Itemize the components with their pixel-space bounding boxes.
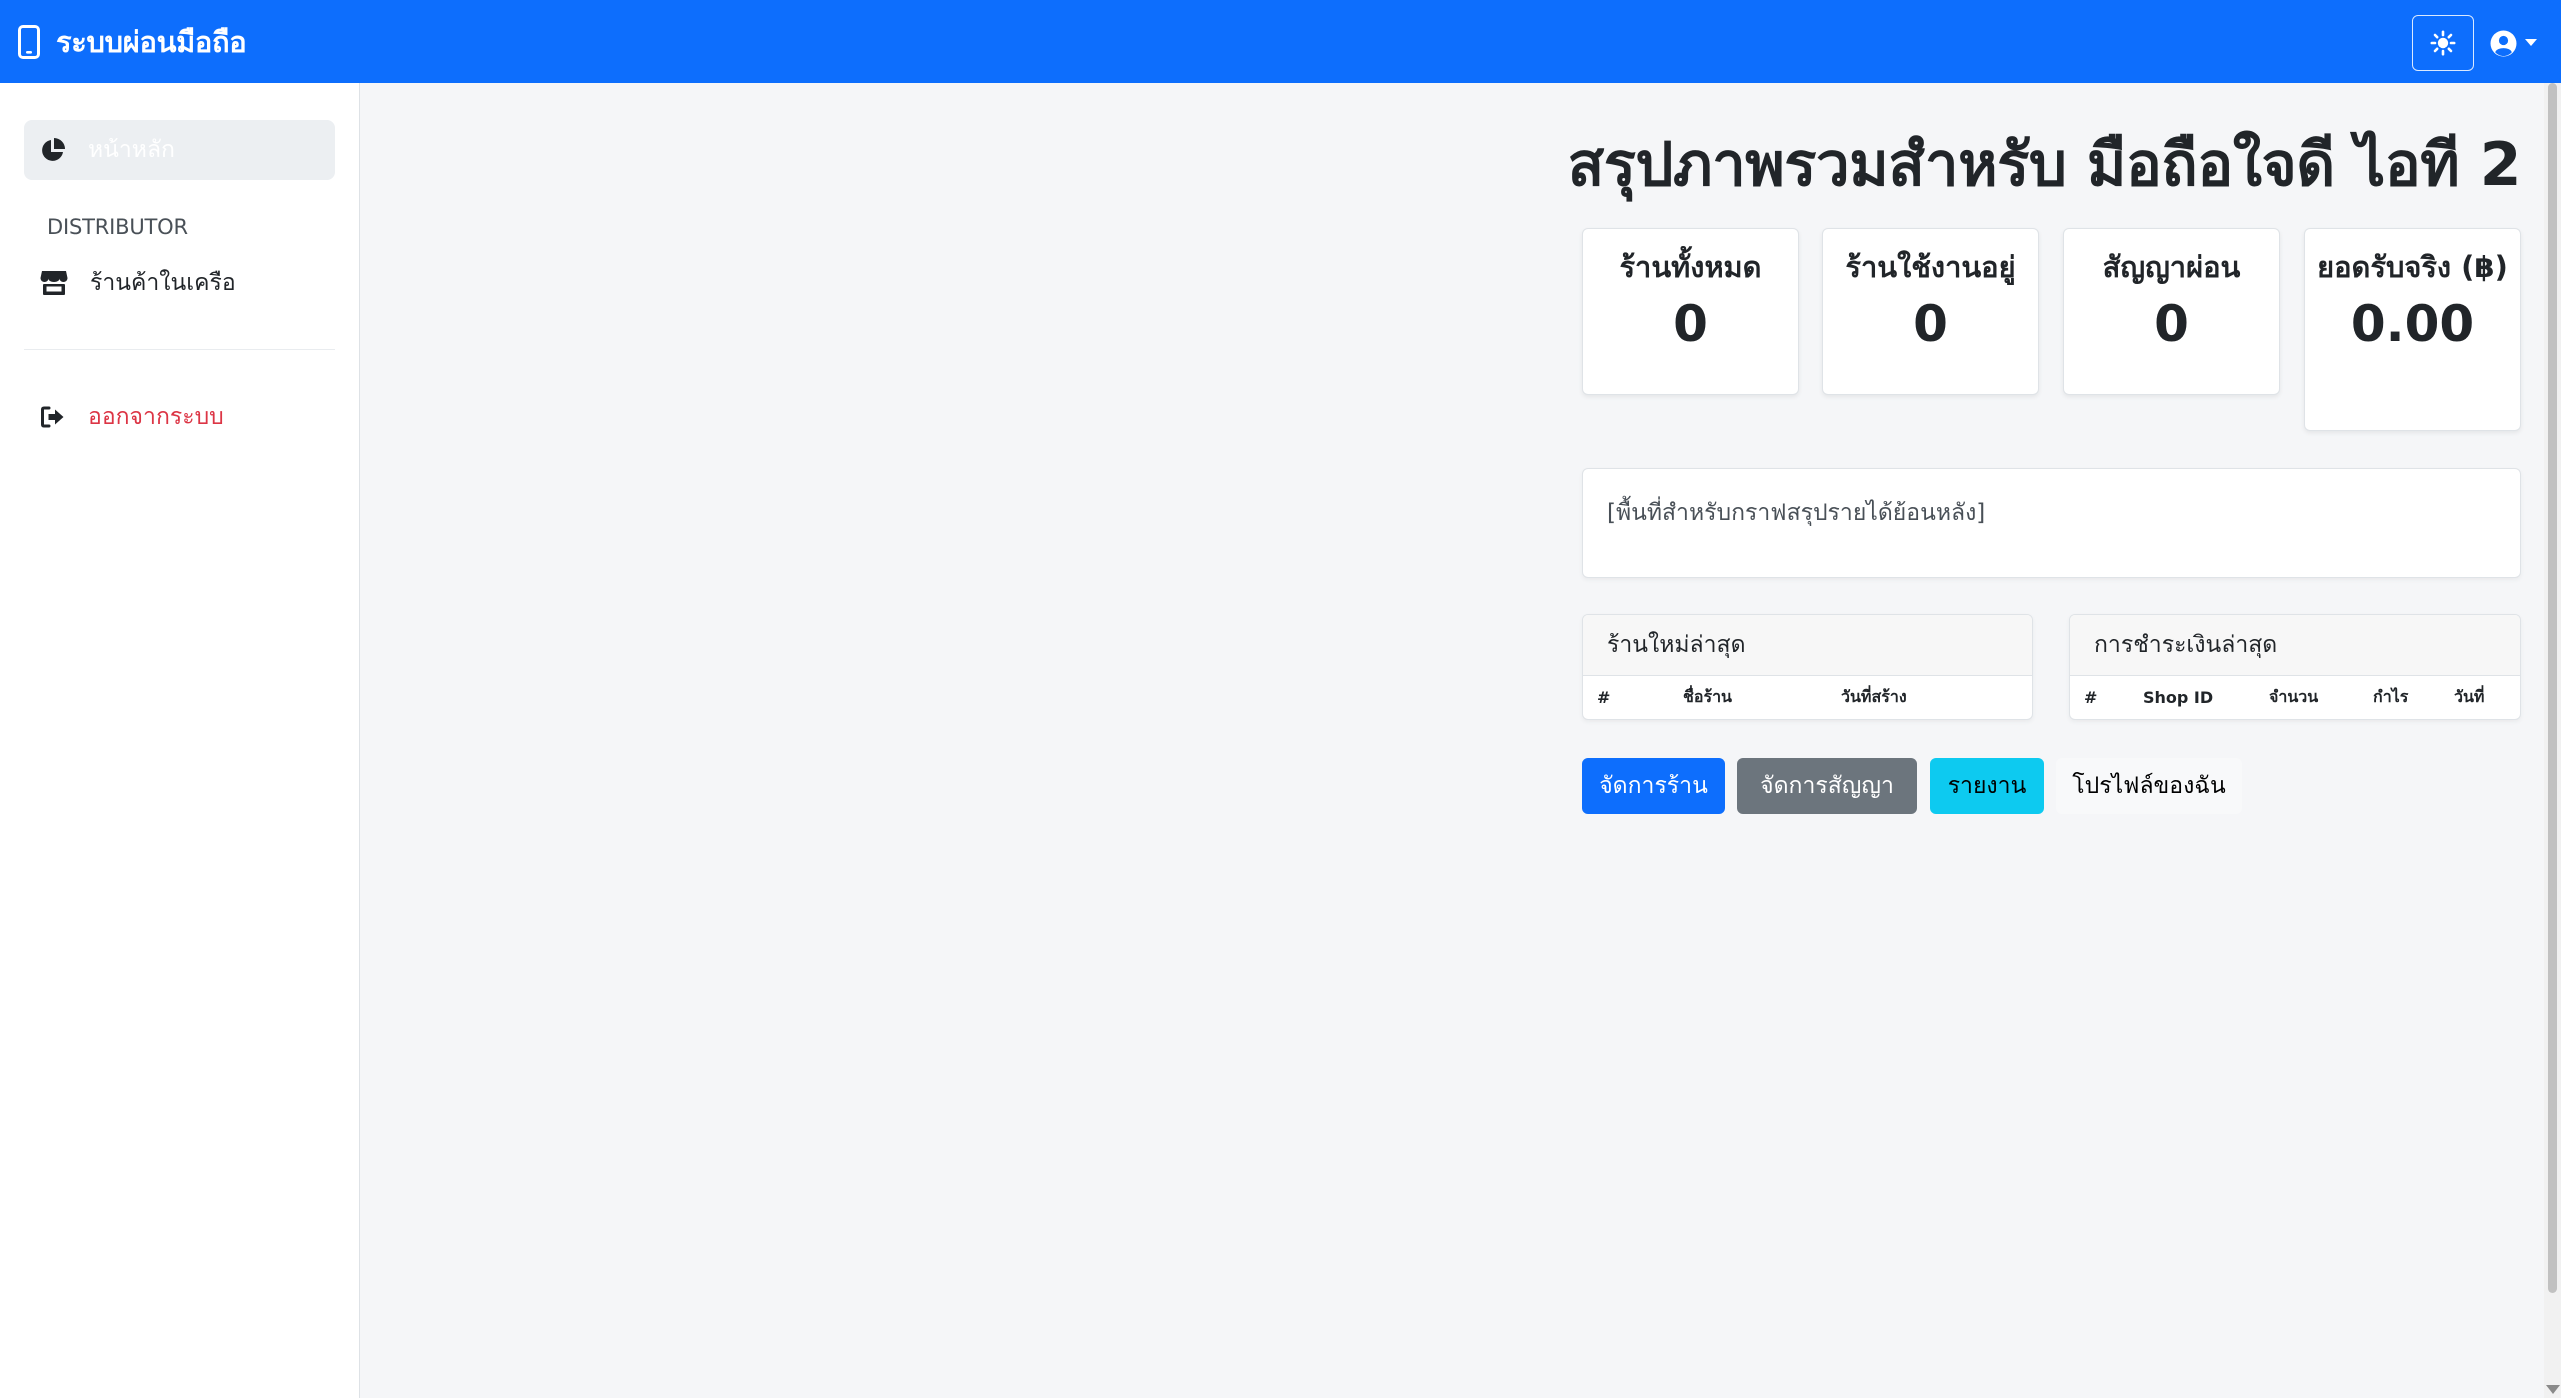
brand-link[interactable]: ระบบผ่อนมือถือ: [18, 19, 247, 65]
column-header: วันที่: [2454, 687, 2485, 706]
stat-card-total-shops: ร้านทั้งหมด 0: [1582, 228, 1799, 395]
table-header-row: # ชื่อร้าน วันที่สร้าง: [1583, 676, 2032, 719]
caret-down-icon: [2525, 39, 2537, 46]
column-header: Shop ID: [2143, 688, 2214, 707]
page-title: สรุปภาพรวมสำหรับ มือถือใจดี ไอที 2: [1567, 130, 2522, 200]
user-circle-icon: [2490, 30, 2517, 56]
column-header: จำนวน: [2269, 687, 2319, 706]
table-header-row: # Shop ID จำนวน กำไร วันที่: [2070, 676, 2520, 719]
chart-placeholder: [พื้นที่สำหรับกราฟสรุปรายได้ย้อนหลัง]: [1582, 468, 2521, 578]
recent-shops-card: ร้านใหม่ล่าสุด # ชื่อร้าน วันที่สร้าง: [1582, 614, 2033, 720]
stat-card-contracts: สัญญาผ่อน 0: [2063, 228, 2280, 395]
recent-payments-table: # Shop ID จำนวน กำไร วันที่: [2070, 676, 2520, 719]
column-header: #: [2084, 688, 2098, 707]
store-icon: [40, 271, 68, 295]
stat-label: ร้านทั้งหมด: [1619, 250, 1762, 284]
stat-value: 0.00: [2350, 295, 2475, 353]
logout-link[interactable]: ออกจากระบบ: [24, 387, 335, 447]
column-header: #: [1597, 688, 1611, 707]
sidebar-section-heading: DISTRIBUTOR: [47, 215, 188, 239]
recent-payments-card: การชำระเงินล่าสุด # Shop ID จำนวน กำไร ว…: [2069, 614, 2521, 720]
theme-toggle-button[interactable]: [2412, 15, 2474, 71]
sidebar-item-label: ร้านค้าในเครือ: [90, 270, 236, 296]
sidebar-item-label: หน้าหลัก: [88, 137, 175, 163]
scroll-down-arrow-icon[interactable]: [2546, 1385, 2560, 1394]
navbar-actions: [2412, 15, 2543, 71]
stat-value: 0: [1913, 295, 1948, 353]
scrollbar-thumb[interactable]: [2548, 83, 2557, 1293]
column-header: วันที่สร้าง: [1841, 687, 1907, 706]
sign-out-icon: [41, 406, 64, 428]
sidebar-divider: [24, 349, 335, 350]
stat-value: 0: [2154, 295, 2189, 353]
card-title: ร้านใหม่ล่าสุด: [1583, 615, 2032, 676]
stat-label: สัญญาผ่อน: [2102, 250, 2241, 284]
logout-label: ออกจากระบบ: [88, 404, 224, 430]
manage-contracts-button[interactable]: จัดการสัญญา: [1737, 758, 1917, 814]
page-scrollbar[interactable]: [2544, 83, 2561, 1398]
sidebar-item-stores[interactable]: ร้านค้าในเครือ: [24, 253, 335, 313]
card-title: การชำระเงินล่าสุด: [2070, 615, 2520, 676]
sidebar-item-home[interactable]: หน้าหลัก: [24, 120, 335, 180]
column-header: กำไร: [2373, 687, 2409, 706]
sidebar: หน้าหลัก DISTRIBUTOR ร้านค้าในเครือ ออกจ…: [0, 83, 360, 1398]
stat-label: ยอดรับจริง (฿): [2317, 250, 2508, 284]
stat-label: ร้านใช้งานอยู่: [1845, 250, 2016, 284]
recent-shops-table: # ชื่อร้าน วันที่สร้าง: [1583, 676, 2032, 719]
manage-shops-button[interactable]: จัดการร้าน: [1582, 758, 1725, 814]
brand-title: ระบบผ่อนมือถือ: [56, 24, 247, 59]
chart-pie-icon: [42, 138, 65, 161]
mobile-phone-icon: [18, 24, 40, 59]
sun-icon: [2430, 30, 2456, 56]
stat-card-revenue: ยอดรับจริง (฿) 0.00: [2304, 228, 2521, 431]
top-navbar: ระบบผ่อนมือถือ: [0, 0, 2561, 83]
reports-button[interactable]: รายงาน: [1930, 758, 2044, 814]
stat-value: 0: [1673, 295, 1708, 353]
user-menu-dropdown[interactable]: [2484, 15, 2543, 71]
my-profile-button[interactable]: โปรไฟล์ของฉัน: [2056, 758, 2242, 814]
stat-card-active-shops: ร้านใช้งานอยู่ 0: [1822, 228, 2039, 395]
column-header: ชื่อร้าน: [1683, 687, 1732, 706]
